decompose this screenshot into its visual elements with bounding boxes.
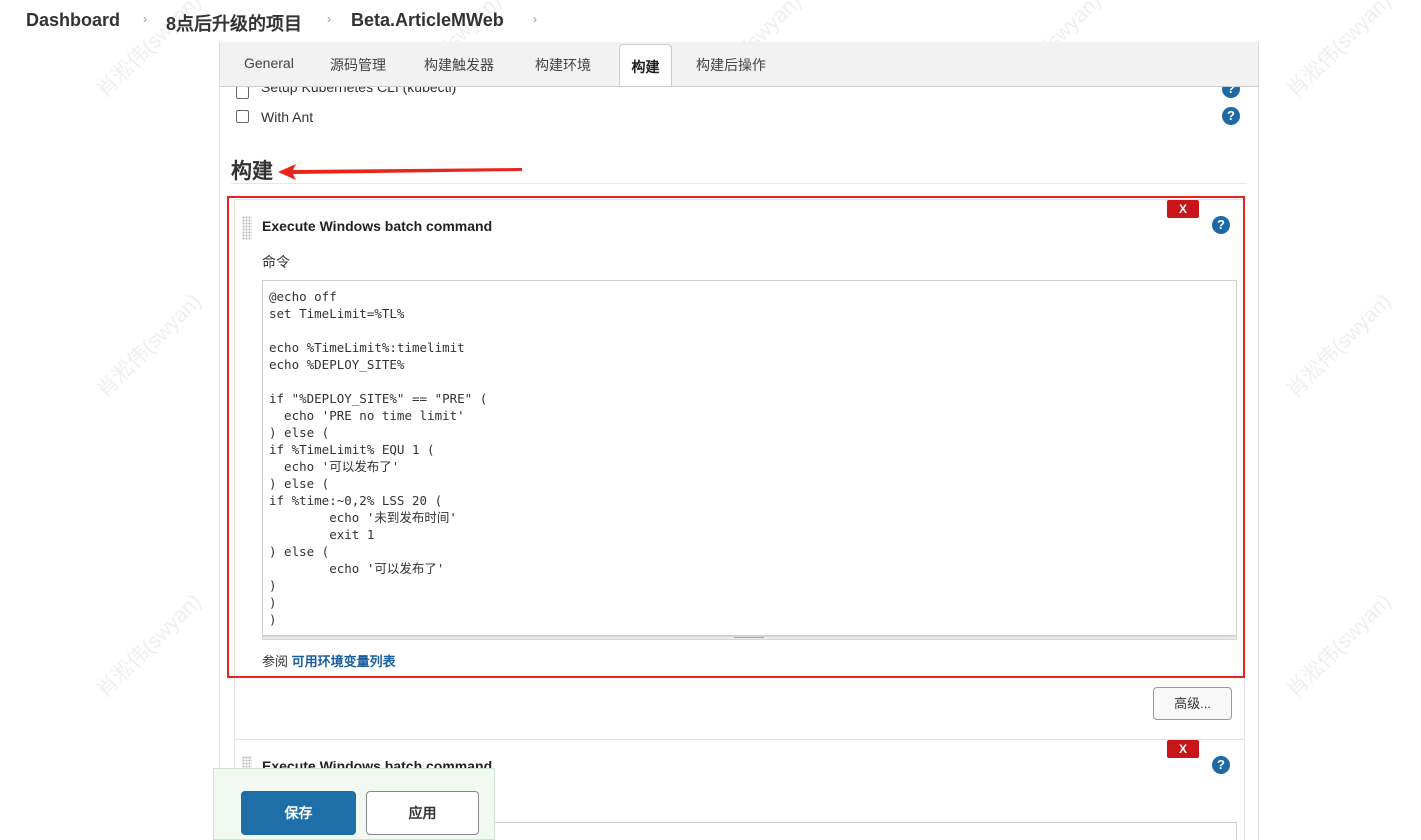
- chevron-right-icon[interactable]: ›: [143, 12, 147, 26]
- delete-step-button[interactable]: X: [1167, 740, 1199, 758]
- watermark-text: 肖淞伟(swyan): [1282, 589, 1396, 703]
- tab-build[interactable]: 构建: [619, 44, 672, 86]
- breadcrumb-dashboard[interactable]: Dashboard: [26, 10, 120, 31]
- tab-triggers[interactable]: 构建触发器: [424, 55, 494, 75]
- help-icon[interactable]: ?: [1222, 107, 1240, 125]
- chevron-right-icon[interactable]: ›: [327, 12, 331, 26]
- config-panel: General 源码管理 构建触发器 构建环境 构建 构建后操作 Setup K…: [219, 42, 1259, 840]
- watermark-text: 肖淞伟(swyan): [92, 589, 206, 703]
- watermark-text: 肖淞伟(swyan): [92, 289, 206, 403]
- action-bar: 保存 应用: [213, 768, 495, 840]
- breadcrumb-job[interactable]: Beta.ArticleMWeb: [351, 10, 504, 31]
- help-icon[interactable]: ?: [1212, 756, 1230, 774]
- section-divider: [231, 183, 1247, 184]
- breadcrumb-folder[interactable]: 8点后升级的项目: [166, 10, 302, 36]
- with-ant-checkbox[interactable]: [236, 110, 249, 123]
- kubectl-checkbox[interactable]: [236, 86, 249, 99]
- highlight-box: [227, 196, 1245, 678]
- tab-general[interactable]: General: [244, 55, 294, 71]
- tab-bar-bg: General 源码管理 构建触发器 构建环境 构建 构建后操作: [220, 42, 1258, 87]
- chevron-right-icon[interactable]: ›: [533, 12, 537, 26]
- with-ant-label: With Ant: [261, 109, 314, 125]
- breadcrumb: Dashboard › 8点后升级的项目 › Beta.ArticleMWeb …: [0, 0, 1421, 42]
- save-button[interactable]: 保存: [241, 791, 356, 835]
- tab-post-build[interactable]: 构建后操作: [696, 55, 766, 75]
- section-title: 构建: [231, 160, 273, 183]
- apply-button[interactable]: 应用: [366, 791, 479, 835]
- tab-environment[interactable]: 构建环境: [535, 55, 591, 75]
- tab-scm[interactable]: 源码管理: [330, 55, 386, 75]
- red-arrow-annotation: [278, 164, 522, 180]
- watermark-text: 肖淞伟(swyan): [1282, 289, 1396, 403]
- advanced-button[interactable]: 高级...: [1153, 687, 1232, 720]
